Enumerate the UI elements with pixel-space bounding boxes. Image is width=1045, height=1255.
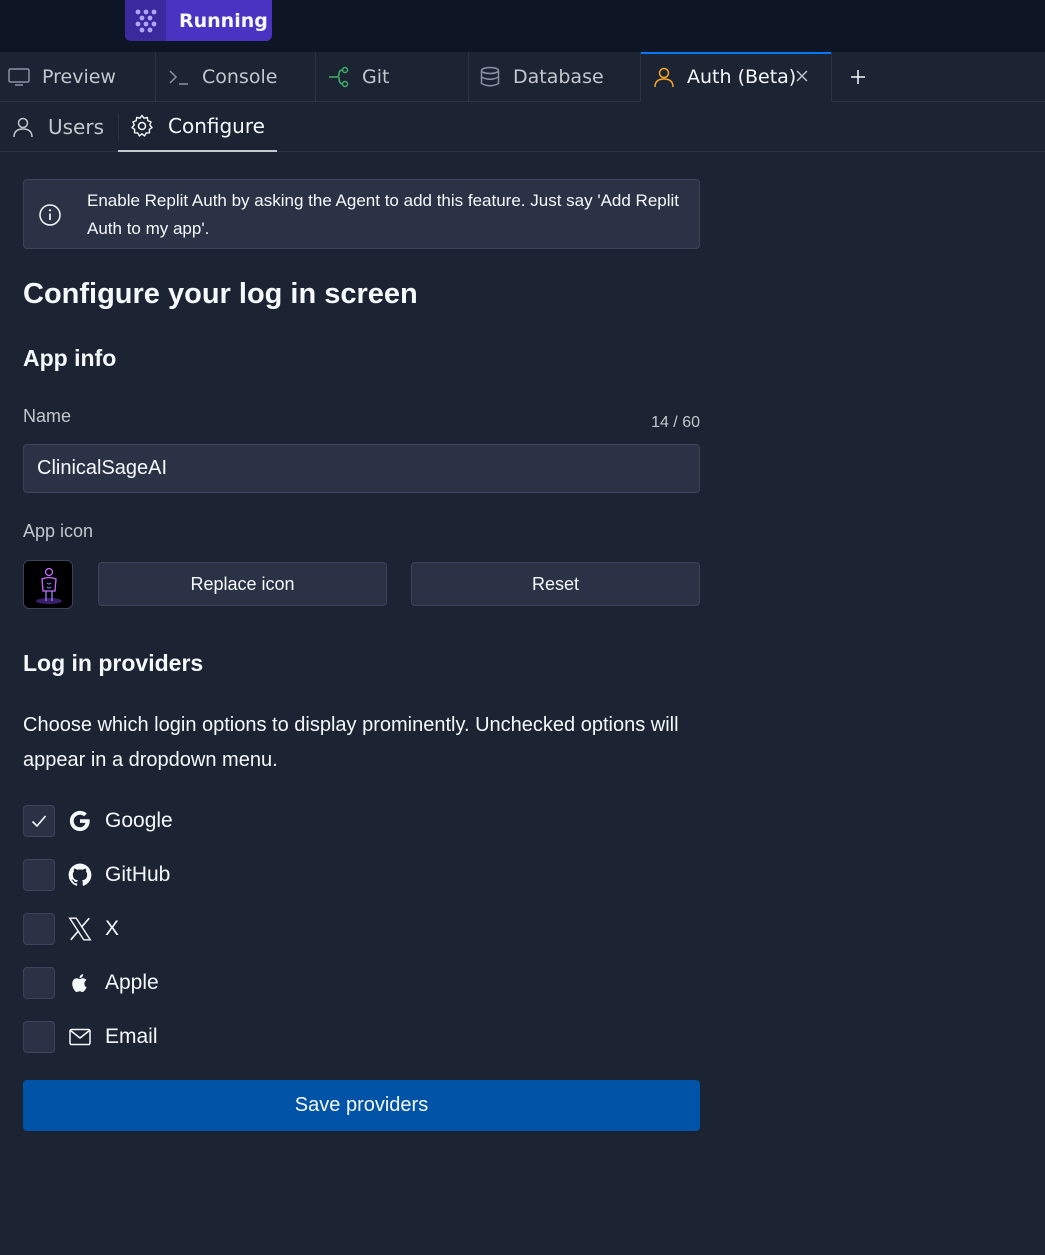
person-icon [36,567,62,604]
tab-label: Auth (Beta) [687,66,797,88]
reset-button[interactable]: Reset [411,562,700,606]
info-text: Enable Replit Auth by asking the Agent t… [87,191,680,238]
monitor-icon [8,68,30,86]
name-label: Name [23,406,72,426]
provider-label: Email [105,1025,158,1048]
providers-heading: Log in providers [23,650,204,676]
app-icon-label: App icon [23,521,94,541]
provider-label: X [105,917,120,940]
app-info-heading: App info [23,345,117,371]
provider-email[interactable]: Email [23,1021,158,1053]
tab-label: Console [202,66,278,88]
replace-icon-button[interactable]: Replace icon [98,562,387,606]
terminal-icon [169,70,188,85]
apple-icon [67,970,93,996]
page-title: Configure your log in screen [23,278,418,310]
provider-label: Google [105,809,173,832]
gear-icon [131,114,153,137]
subtab-users[interactable]: Users [12,102,104,152]
provider-github[interactable]: GitHub [23,859,170,891]
provider-label: Apple [105,971,159,994]
tab-label: Database [513,66,604,88]
apple-checkbox[interactable] [23,967,55,999]
provider-apple[interactable]: Apple [23,967,159,999]
user-icon [13,117,33,138]
top-bar: Running [0,0,1045,52]
info-icon [39,204,61,226]
subtab-configure[interactable]: Configure [118,102,277,152]
check-icon [31,815,47,828]
save-providers-button[interactable]: Save providers [23,1080,700,1131]
subtab-label: Configure [168,114,265,138]
provider-x[interactable]: X [23,913,119,945]
user-icon [654,67,674,88]
name-character-counter: 14 / 60 [651,414,700,431]
x-checkbox[interactable] [23,913,55,945]
database-icon [480,66,500,87]
run-button[interactable]: Running [125,0,272,41]
tab-database[interactable]: Database [469,52,641,102]
email-checkbox[interactable] [23,1021,55,1053]
git-branch-icon [329,66,349,88]
pane-tab-bar: Preview Console Git Database Auth (Beta) [0,52,1045,102]
x-icon [67,916,93,942]
new-tab-button[interactable] [832,52,884,102]
tab-auth[interactable]: Auth (Beta) [640,52,832,102]
github-checkbox[interactable] [23,859,55,891]
info-banner: Enable Replit Auth by asking the Agent t… [23,179,700,249]
google-icon [67,808,93,834]
tab-label: Preview [42,66,116,88]
app-icon-preview [23,560,73,609]
subtab-label: Users [48,115,105,139]
plus-icon [851,70,865,84]
auth-subtabs: Users Configure [0,102,1045,152]
app-name-input[interactable] [23,444,700,493]
provider-google[interactable]: Google [23,805,173,837]
google-checkbox[interactable] [23,805,55,837]
tab-git[interactable]: Git [316,52,469,102]
tab-label: Git [362,66,390,88]
github-icon [67,862,93,888]
tab-console[interactable]: Console [156,52,316,102]
tab-preview[interactable]: Preview [0,52,156,102]
mail-icon [67,1024,93,1050]
close-icon[interactable] [795,69,809,83]
provider-label: GitHub [105,863,171,886]
providers-description: Choose which login options to display pr… [23,714,679,771]
run-label: Running [179,9,268,32]
replit-agent-icon [125,0,166,41]
